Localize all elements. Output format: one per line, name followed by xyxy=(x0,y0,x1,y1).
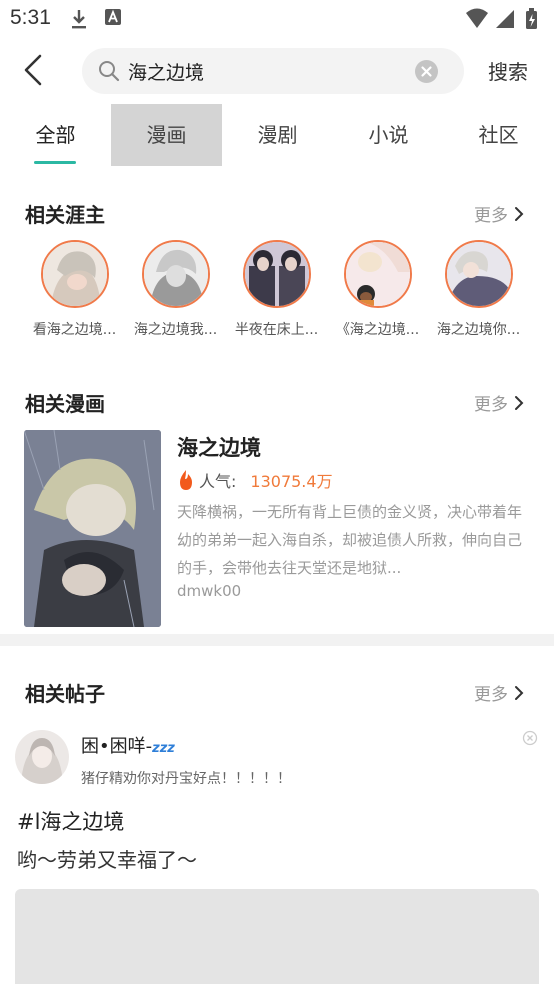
creator-item[interactable]: 看海之边境... xyxy=(24,240,125,339)
creators-more-link[interactable]: 更多 xyxy=(474,201,524,226)
tab-all[interactable]: 全部 xyxy=(0,104,111,166)
creator-avatar xyxy=(343,240,412,308)
comic-popularity: 人气: 13075.4万 xyxy=(177,468,333,492)
close-circle-icon xyxy=(522,730,538,746)
clear-search-button[interactable] xyxy=(415,60,438,83)
more-label: 更多 xyxy=(474,685,508,705)
comic-author: dmwk00 xyxy=(177,582,242,600)
section-divider xyxy=(0,634,554,646)
search-icon xyxy=(98,60,120,86)
active-tab-indicator xyxy=(34,161,76,164)
posts-section-title: 相关帖子 xyxy=(25,682,105,706)
category-tabs: 全部 漫画 漫剧 小说 社区 xyxy=(0,104,554,166)
status-time: 5:31 xyxy=(10,6,51,29)
comics-section-title: 相关漫画 xyxy=(25,392,105,416)
clear-icon xyxy=(421,66,432,77)
chevron-right-icon xyxy=(515,685,524,700)
creator-name: 半夜在床上... xyxy=(234,322,319,338)
creator-name: 《海之边境... xyxy=(335,322,420,338)
fire-icon xyxy=(180,470,192,490)
creator-item[interactable]: 海之边境你... xyxy=(428,240,529,339)
battery-charging-icon xyxy=(526,8,537,29)
post-username[interactable]: 困•困咩-zzz xyxy=(81,732,175,758)
creator-name: 海之边境你... xyxy=(436,322,521,338)
post-image-placeholder[interactable] xyxy=(15,889,539,984)
comic-description: 天降横祸，一无所有背上巨债的金义贤，决心带着年幼的弟弟一起入海自杀，却被追债人所… xyxy=(177,503,523,577)
chevron-right-icon xyxy=(515,206,524,221)
signal-icon xyxy=(496,10,514,28)
creator-item[interactable]: 半夜在床上... xyxy=(226,240,327,339)
wifi-icon xyxy=(466,8,488,28)
search-input[interactable] xyxy=(128,48,398,94)
search-header: 搜索 xyxy=(0,40,554,102)
creator-name: 看海之边境... xyxy=(32,322,117,338)
creator-avatar xyxy=(141,240,210,308)
tab-comics[interactable]: 漫画 xyxy=(111,104,222,166)
post-topic-tag[interactable]: #l海之边境 xyxy=(17,806,124,836)
posts-more-link[interactable]: 更多 xyxy=(474,680,524,705)
status-bar: 5:31 xyxy=(0,0,554,38)
comics-more-link[interactable]: 更多 xyxy=(474,390,524,415)
app-notification-icon xyxy=(104,8,122,30)
search-box[interactable] xyxy=(82,48,464,94)
status-icons xyxy=(464,6,544,36)
creator-item[interactable]: 海之边境我... xyxy=(125,240,226,339)
creator-item[interactable]: 《海之边境... xyxy=(327,240,428,339)
tab-novels[interactable]: 小说 xyxy=(333,104,444,166)
dismiss-post-button[interactable] xyxy=(522,730,538,750)
back-button[interactable] xyxy=(18,52,50,88)
creator-avatar xyxy=(40,240,109,308)
chevron-left-icon xyxy=(24,54,42,86)
creator-avatar xyxy=(444,240,513,308)
chevron-right-icon xyxy=(515,395,524,410)
sleep-zzz-icon: zzz xyxy=(152,741,175,756)
comic-card[interactable]: 海之边境 人气: 13075.4万 天降横祸，一无所有背上巨债的金义贤，决心带着… xyxy=(0,430,554,630)
popularity-value: 13075.4万 xyxy=(250,472,333,491)
post-signature: 猪仔精劝你对丹宝好点！！！！！ xyxy=(81,771,291,787)
comic-cover-image[interactable] xyxy=(24,430,161,627)
more-label: 更多 xyxy=(474,395,508,415)
creators-section-title: 相关涯主 xyxy=(25,203,105,227)
creators-list: 看海之边境... 海之边境我... 半夜在床上... 《海之边境... 海之边境… xyxy=(0,240,554,350)
post-user-avatar[interactable] xyxy=(15,730,69,784)
download-icon xyxy=(70,8,88,34)
post-text: 哟～劳弟又幸福了～ xyxy=(17,848,197,872)
comic-title: 海之边境 xyxy=(177,436,261,460)
tab-community[interactable]: 社区 xyxy=(443,104,554,166)
search-button[interactable]: 搜索 xyxy=(488,56,528,85)
username-text: 困•困咩- xyxy=(81,736,153,757)
more-label: 更多 xyxy=(474,206,508,226)
popularity-label: 人气: xyxy=(199,472,237,491)
creator-name: 海之边境我... xyxy=(133,322,218,338)
tab-comic-drama[interactable]: 漫剧 xyxy=(222,104,333,166)
creator-avatar xyxy=(242,240,311,308)
post-card[interactable]: 困•困咩-zzz 猪仔精劝你对丹宝好点！！！！！ #l海之边境 哟～劳弟又幸福了… xyxy=(0,724,554,984)
